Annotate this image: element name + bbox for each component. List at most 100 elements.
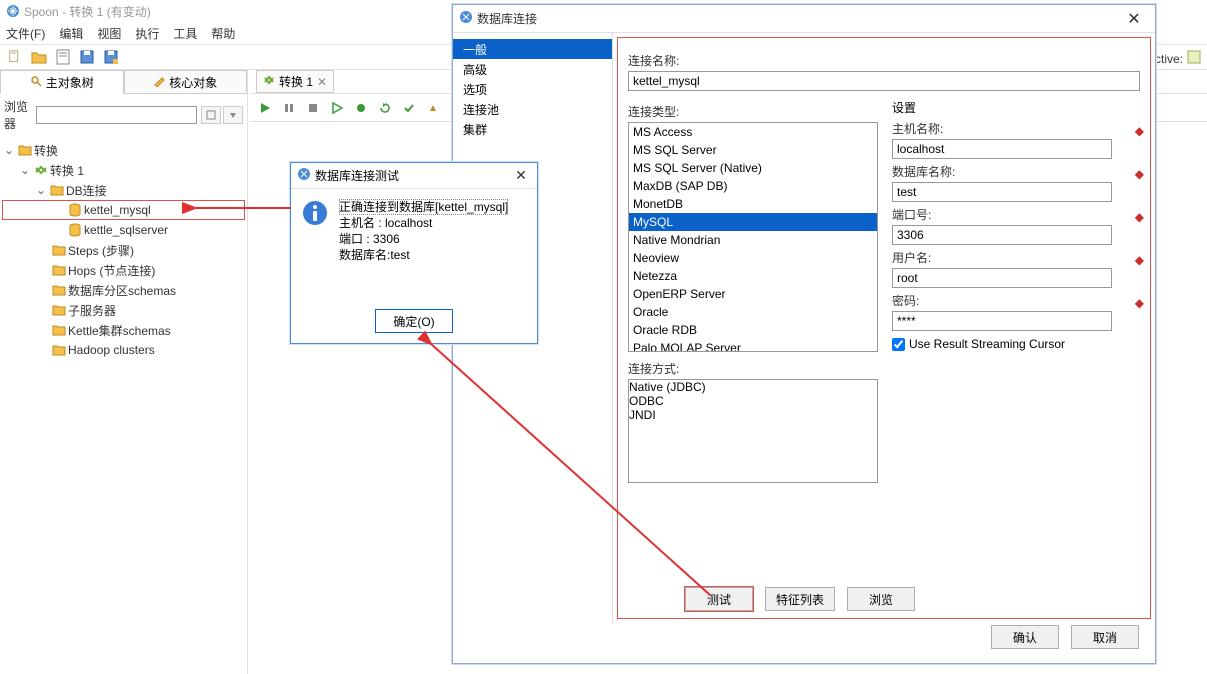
conn-type-label: 连接类型:: [628, 103, 878, 120]
db-name-input[interactable]: [892, 182, 1112, 202]
list-item[interactable]: MaxDB (SAP DB): [629, 177, 877, 195]
conn-method-listbox[interactable]: Native (JDBC) ODBC JNDI: [628, 379, 878, 483]
debug-icon[interactable]: [352, 99, 370, 117]
conn-type-listbox[interactable]: MS Access MS SQL Server MS SQL Server (N…: [628, 122, 878, 352]
dialog-confirm-buttons: 确认 取消: [991, 625, 1139, 649]
port-input[interactable]: [892, 225, 1112, 245]
user-label: 用户名:: [892, 249, 1140, 266]
tree-steps[interactable]: Steps (步骤): [2, 240, 245, 260]
explore-repo-icon[interactable]: [54, 48, 72, 66]
pause-icon[interactable]: [280, 99, 298, 117]
conn-name-label: 连接名称:: [628, 52, 1140, 69]
dialog-titlebar[interactable]: 数据库连接 ✕: [453, 5, 1155, 33]
menu-view[interactable]: 视图: [97, 25, 121, 42]
menu-help[interactable]: 帮助: [211, 25, 235, 42]
list-item-mysql[interactable]: MySQL: [629, 213, 877, 231]
expand-all-button[interactable]: [201, 106, 221, 124]
close-icon[interactable]: ✕: [511, 167, 531, 184]
menu-run[interactable]: 执行: [135, 25, 159, 42]
run-icon[interactable]: [256, 99, 274, 117]
list-item[interactable]: Netezza: [629, 267, 877, 285]
transform-icon: [263, 74, 275, 89]
preview-icon[interactable]: [328, 99, 346, 117]
browser-label: 浏览器: [4, 98, 32, 132]
feature-list-button[interactable]: 特征列表: [765, 587, 835, 611]
close-icon[interactable]: ✕: [1119, 9, 1149, 29]
chevron-down-icon: ⌄: [18, 163, 32, 177]
folder-icon: [50, 264, 68, 276]
tree-cluster-schemas[interactable]: Kettle集群schemas: [2, 320, 245, 340]
dialog-action-buttons: 测试 特征列表 浏览: [685, 587, 915, 611]
list-item[interactable]: MS SQL Server (Native): [629, 159, 877, 177]
list-item-native-jdbc[interactable]: Native (JDBC): [629, 380, 877, 394]
menu-file[interactable]: 文件(F): [6, 25, 45, 42]
list-item[interactable]: Native Mondrian: [629, 231, 877, 249]
tree-kettel-mysql[interactable]: kettel_mysql: [2, 200, 245, 220]
ok-button[interactable]: 确认: [991, 625, 1059, 649]
nav-pool[interactable]: 连接池: [453, 99, 612, 119]
settings-legend: 设置: [892, 99, 1140, 116]
menu-tools[interactable]: 工具: [173, 25, 197, 42]
list-item[interactable]: ODBC: [629, 394, 877, 408]
cancel-button[interactable]: 取消: [1071, 625, 1139, 649]
tree-kettle-sqlserver[interactable]: kettle_sqlserver: [2, 220, 245, 240]
list-item[interactable]: JNDI: [629, 408, 877, 422]
host-input[interactable]: [892, 139, 1112, 159]
open-folder-icon[interactable]: [30, 48, 48, 66]
tree-partition-schemas[interactable]: 数据库分区schemas: [2, 280, 245, 300]
test-button[interactable]: 测试: [685, 587, 753, 611]
perspective-icon: [1187, 50, 1201, 67]
diamond-icon: ◆: [1135, 167, 1144, 181]
list-item[interactable]: Oracle: [629, 303, 877, 321]
list-item[interactable]: Palo MOLAP Server: [629, 339, 877, 352]
transform-icon: [32, 164, 50, 176]
nav-general[interactable]: 一般: [453, 39, 612, 59]
new-file-icon[interactable]: [6, 48, 24, 66]
save-as-icon[interactable]: [102, 48, 120, 66]
verify-icon[interactable]: [400, 99, 418, 117]
left-tabs: 主对象树 核心对象: [0, 70, 247, 94]
menu-edit[interactable]: 编辑: [59, 25, 83, 42]
tab-core-objects[interactable]: 核心对象: [124, 70, 248, 94]
editor-tab-trans1[interactable]: 转换 1 ✕: [256, 70, 334, 93]
list-item[interactable]: MonetDB: [629, 195, 877, 213]
replay-icon[interactable]: [376, 99, 394, 117]
nav-cluster[interactable]: 集群: [453, 119, 612, 139]
tree-slave-servers[interactable]: 子服务器: [2, 300, 245, 320]
impact-icon[interactable]: [424, 99, 442, 117]
app-icon: [6, 4, 20, 18]
alert-titlebar[interactable]: 数据库连接测试 ✕: [291, 163, 537, 189]
folder-icon: [50, 344, 68, 356]
port-label: 端口号:: [892, 206, 1140, 223]
stop-icon[interactable]: [304, 99, 322, 117]
tree-trans1[interactable]: ⌄ 转换 1: [2, 160, 245, 180]
tree-root-transforms[interactable]: ⌄ 转换: [2, 140, 245, 160]
app-icon: [297, 167, 311, 184]
list-item[interactable]: MS SQL Server: [629, 141, 877, 159]
tree-db-connections[interactable]: ⌄ DB连接: [2, 180, 245, 200]
conn-name-input[interactable]: [628, 71, 1140, 91]
list-item[interactable]: Neoview: [629, 249, 877, 267]
browse-button[interactable]: 浏览: [847, 587, 915, 611]
list-item[interactable]: MS Access: [629, 123, 877, 141]
collapse-all-button[interactable]: [223, 106, 243, 124]
nav-options[interactable]: 选项: [453, 79, 612, 99]
list-item[interactable]: Oracle RDB: [629, 321, 877, 339]
save-icon[interactable]: [78, 48, 96, 66]
browser-search-input[interactable]: [36, 106, 197, 124]
tree-hops[interactable]: Hops (节点连接): [2, 260, 245, 280]
alert-ok-button[interactable]: 确定(O): [375, 309, 453, 333]
user-input[interactable]: [892, 268, 1112, 288]
diamond-icon: ◆: [1135, 296, 1144, 310]
list-item[interactable]: OpenERP Server: [629, 285, 877, 303]
pwd-input[interactable]: [892, 311, 1112, 331]
folder-icon: [50, 244, 68, 256]
stream-cursor-checkbox[interactable]: Use Result Streaming Cursor: [892, 337, 1140, 351]
tab-object-tree[interactable]: 主对象树: [0, 70, 124, 94]
checkbox-input[interactable]: [892, 338, 905, 351]
folder-icon: [48, 184, 66, 196]
close-icon[interactable]: ✕: [317, 75, 327, 89]
tree-hadoop-clusters[interactable]: Hadoop clusters: [2, 340, 245, 360]
nav-advanced[interactable]: 高级: [453, 59, 612, 79]
dialog-main-panel: 连接名称: 连接类型: MS Access MS SQL Server MS S…: [617, 37, 1151, 619]
